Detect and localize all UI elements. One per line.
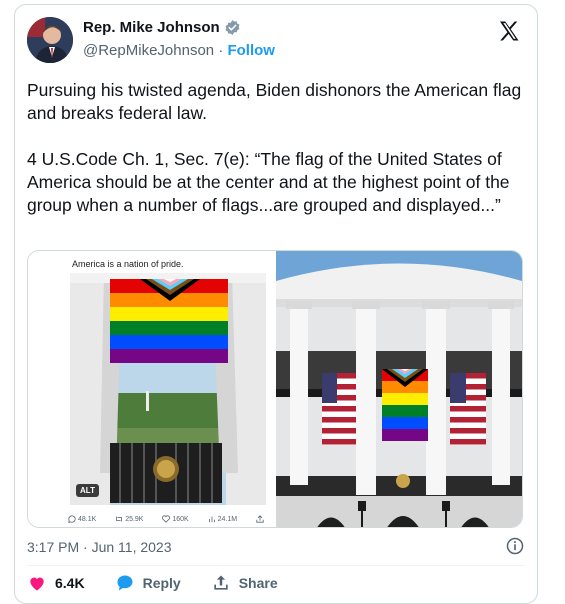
- share-icon: [256, 515, 264, 523]
- handle-row: @RepMikeJohnson · Follow: [83, 42, 275, 59]
- like-button[interactable]: 6.4K: [27, 573, 85, 593]
- embedded-likes-count: 160K: [172, 515, 189, 523]
- embedded-replies-count: 48.1K: [78, 515, 97, 523]
- reply-bubble-icon: [117, 575, 133, 591]
- like-count: 6.4K: [55, 575, 85, 591]
- embedded-likes: 160K: [162, 515, 189, 523]
- reply-icon: [68, 515, 76, 523]
- pride-flag-balcony-photo: [70, 273, 266, 505]
- author-handle[interactable]: @RepMikeJohnson: [83, 42, 214, 59]
- tweet-media[interactable]: America is a nation of pride. ALT 48.1K …: [27, 250, 523, 528]
- x-logo-icon[interactable]: [497, 19, 521, 43]
- verified-badge-icon: [225, 20, 240, 35]
- white-house-flags-photo[interactable]: [276, 251, 522, 527]
- embedded-retweets: 25.9K: [115, 515, 143, 523]
- action-bar: 6.4K Reply Share: [27, 573, 278, 593]
- reply-label: Reply: [142, 575, 181, 591]
- embedded-retweets-count: 25.9K: [125, 515, 144, 523]
- tweet-card: Rep. Mike Johnson @RepMikeJohnson · Foll…: [14, 4, 538, 604]
- share-button[interactable]: Share: [211, 573, 278, 593]
- embedded-caption: America is a nation of pride.: [72, 259, 184, 269]
- author-name-text[interactable]: Rep. Mike Johnson: [83, 19, 220, 36]
- follow-button[interactable]: Follow: [227, 42, 275, 59]
- embedded-tweet-image[interactable]: America is a nation of pride. ALT 48.1K …: [28, 251, 276, 527]
- embedded-views: 24.1M: [208, 515, 237, 523]
- embedded-share: [256, 515, 264, 523]
- tweet-timestamp[interactable]: 3:17 PM · Jun 11, 2023: [27, 539, 172, 555]
- share-icon: [214, 575, 228, 590]
- embedded-replies: 48.1K: [68, 515, 96, 523]
- white-house-flags-image: [276, 251, 522, 527]
- heart-icon: [162, 515, 171, 523]
- avatar[interactable]: [27, 17, 73, 63]
- reply-button[interactable]: Reply: [115, 573, 181, 593]
- author-name[interactable]: Rep. Mike Johnson: [83, 19, 241, 36]
- alt-badge[interactable]: ALT: [76, 484, 99, 497]
- embedded-views-count: 24.1M: [217, 515, 238, 523]
- heart-icon: [30, 577, 44, 591]
- divider: [27, 565, 525, 566]
- share-label: Share: [238, 575, 278, 591]
- separator-dot: ·: [218, 42, 224, 59]
- tweet-text: Pursuing his twisted agenda, Biden disho…: [27, 80, 522, 215]
- embedded-metrics: 48.1K 25.9K 160K 24.1M: [68, 515, 264, 523]
- retweet-icon: [116, 516, 122, 522]
- views-icon: [208, 516, 215, 523]
- info-icon[interactable]: [505, 536, 525, 556]
